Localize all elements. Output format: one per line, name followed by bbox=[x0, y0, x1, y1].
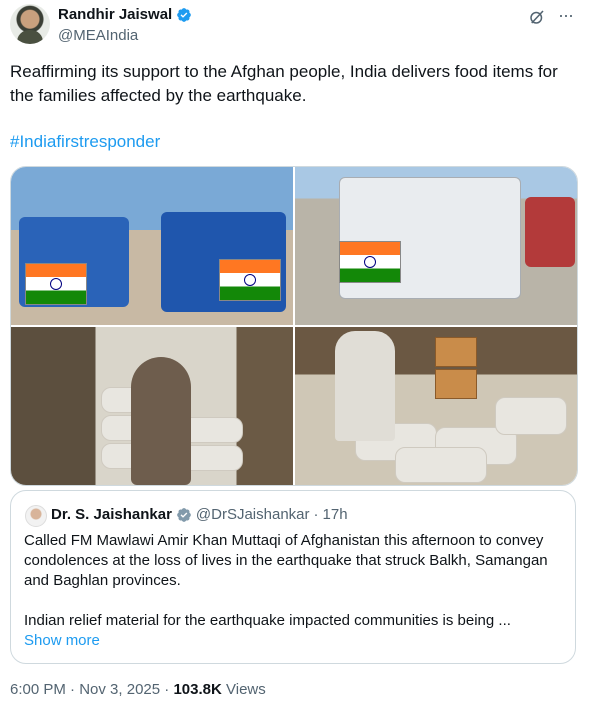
photo-sacks-and-boxes[interactable] bbox=[295, 327, 577, 485]
author-name[interactable]: Randhir Jaiswal bbox=[58, 6, 172, 23]
post-time[interactable]: 6:00 PM bbox=[10, 681, 66, 698]
more-icon[interactable]: ··· bbox=[558, 6, 576, 26]
author-avatar[interactable] bbox=[10, 4, 50, 44]
tweet-text: Reaffirming its support to the Afghan pe… bbox=[10, 62, 558, 105]
quoted-tweet-text: Called FM Mawlawi Amir Khan Muttaqi of A… bbox=[24, 532, 548, 589]
quoted-tweet-card[interactable]: Dr. S. Jaishankar @DrSJaishankar · 17h C… bbox=[10, 490, 576, 664]
meta-separator-2: · bbox=[164, 681, 170, 698]
post-date[interactable]: Nov 3, 2025 bbox=[79, 681, 160, 698]
verified-badge-icon bbox=[177, 7, 192, 22]
quoted-author-avatar bbox=[25, 505, 47, 527]
photo-sacks-in-truck[interactable] bbox=[11, 327, 293, 485]
tweet-meta: 6:00 PM · Nov 3, 2025 · 103.8K Views bbox=[10, 681, 266, 698]
media-grid bbox=[10, 166, 578, 486]
quoted-tweet-text-continued: Indian relief material for the earthquak… bbox=[24, 612, 511, 629]
meta-separator: · bbox=[70, 681, 76, 698]
show-more-link[interactable]: Show more bbox=[24, 632, 100, 649]
photo-trucks-flags[interactable] bbox=[11, 167, 293, 325]
author-name-row: Randhir Jaiswal bbox=[58, 6, 192, 23]
quoted-author-handle: @DrSJaishankar bbox=[195, 506, 310, 523]
photo-truck-loading[interactable] bbox=[295, 167, 577, 325]
quoted-timestamp: 17h bbox=[322, 506, 348, 523]
views-label: Views bbox=[226, 681, 266, 698]
quoted-author-name: Dr. S. Jaishankar bbox=[51, 506, 172, 523]
grok-icon[interactable] bbox=[528, 8, 546, 26]
author-handle[interactable]: @MEAIndia bbox=[58, 27, 138, 44]
hashtag-link[interactable]: #Indiafirstresponder bbox=[10, 132, 160, 152]
views-count: 103.8K bbox=[173, 681, 222, 698]
quoted-separator: · bbox=[313, 506, 319, 523]
quoted-tweet-header: Dr. S. Jaishankar @DrSJaishankar · 17h bbox=[51, 506, 348, 523]
quoted-verified-badge-icon bbox=[177, 507, 191, 522]
